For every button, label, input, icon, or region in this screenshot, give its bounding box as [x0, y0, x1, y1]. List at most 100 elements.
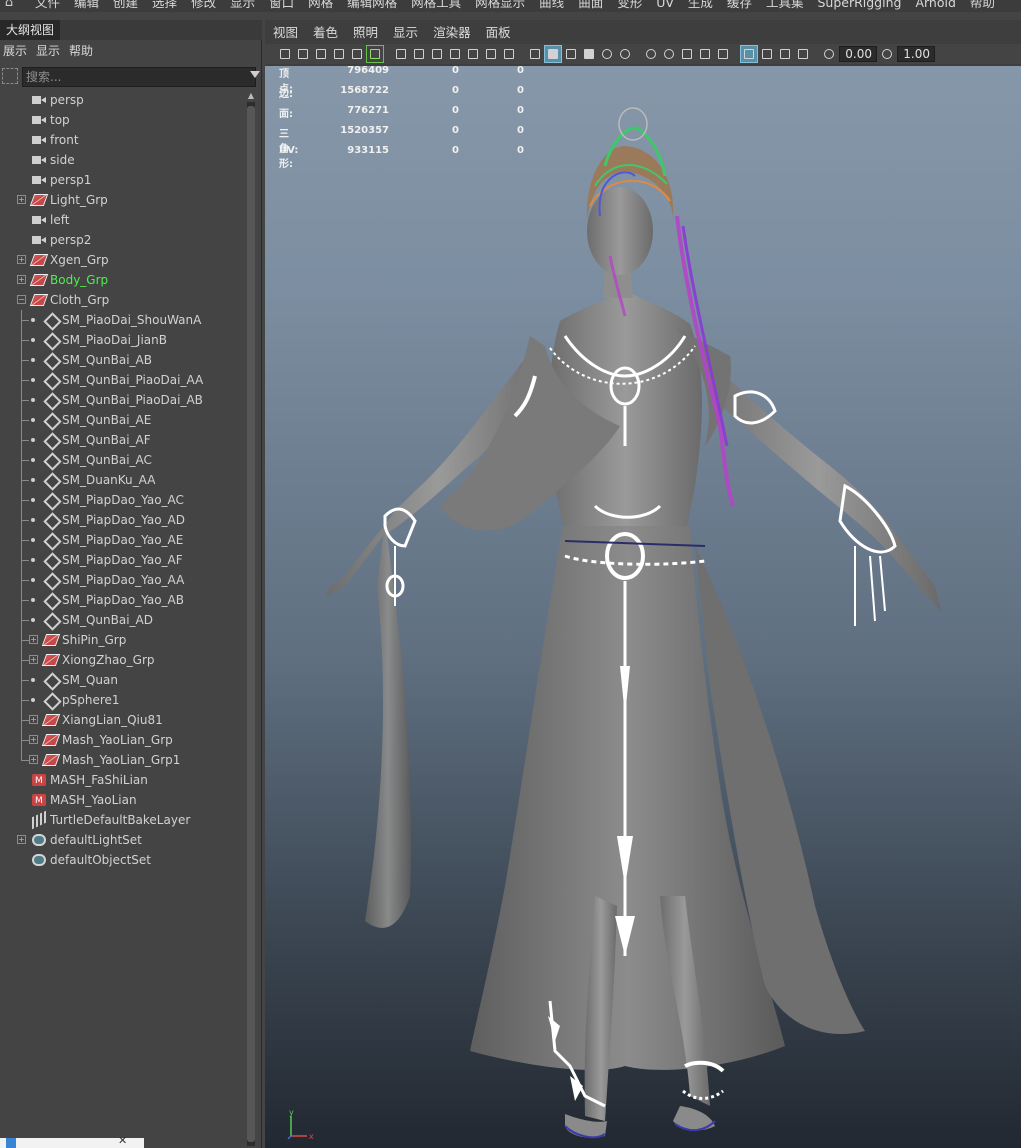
menu-item[interactable]: 网格	[301, 0, 340, 12]
resolution-gate-icon[interactable]	[429, 46, 445, 62]
search-dropdown-icon[interactable]	[250, 71, 260, 78]
menu-item[interactable]: 曲线	[532, 0, 571, 12]
menu-item[interactable]: 窗口	[262, 0, 301, 12]
menu-item[interactable]: SuperRigging	[810, 0, 908, 12]
list-item[interactable]: + Mash_YaoLian_Grp	[0, 730, 244, 750]
list-item[interactable]: SM_QunBai_AC	[0, 450, 244, 470]
menu-item[interactable]: 工具集	[759, 0, 811, 12]
expand-icon[interactable]: +	[17, 275, 26, 284]
list-item[interactable]: SM_PiapDao_Yao_AB	[0, 590, 244, 610]
gamma-icon[interactable]	[879, 46, 895, 62]
menu-item[interactable]: 生成	[681, 0, 720, 12]
use-lights-icon[interactable]	[599, 46, 615, 62]
expand-icon[interactable]: +	[29, 715, 38, 724]
list-item[interactable]: SM_Quan	[0, 670, 244, 690]
list-item[interactable]: − Cloth_Grp	[0, 290, 244, 310]
list-item[interactable]: + XiangLian_Qiu81	[0, 710, 244, 730]
expand-icon[interactable]: +	[17, 255, 26, 264]
textured-icon[interactable]	[581, 46, 597, 62]
home-icon[interactable]: ⌂	[0, 0, 18, 12]
list-item[interactable]: SM_PiapDao_Yao_AF	[0, 550, 244, 570]
safe-action-icon[interactable]	[483, 46, 499, 62]
outliner-tab[interactable]: 大纲视图	[0, 20, 61, 40]
antialias-icon[interactable]	[661, 46, 677, 62]
viewport-menu-item[interactable]: 着色	[305, 22, 345, 44]
pencil-icon[interactable]	[366, 45, 384, 63]
expand-icon[interactable]: +	[17, 835, 26, 844]
frame-icon[interactable]	[777, 46, 793, 62]
list-item[interactable]: SM_QunBai_AD	[0, 610, 244, 630]
list-item[interactable]: + Light_Grp	[0, 190, 244, 210]
field-chart-icon[interactable]	[465, 46, 481, 62]
list-item[interactable]: + Xgen_Grp	[0, 250, 244, 270]
outliner-menu-item[interactable]: 帮助	[66, 41, 99, 61]
image-plane-icon[interactable]	[349, 46, 365, 62]
expand-icon[interactable]: +	[29, 755, 38, 764]
list-item[interactable]: persp1	[0, 170, 244, 190]
list-item[interactable]: SM_QunBai_AB	[0, 350, 244, 370]
select-camera-icon[interactable]	[277, 46, 293, 62]
expand-icon[interactable]: +	[29, 735, 38, 744]
xray-joints-icon[interactable]	[715, 46, 731, 62]
menu-item[interactable]: Arnold	[908, 0, 962, 12]
scrollbar-thumb[interactable]	[247, 106, 255, 1142]
list-item[interactable]: SM_PiapDao_Yao_AA	[0, 570, 244, 590]
menu-item[interactable]: 文件	[28, 0, 67, 12]
list-item[interactable]: left	[0, 210, 244, 230]
menu-item[interactable]: 曲面	[571, 0, 610, 12]
isolate-icon[interactable]	[740, 45, 758, 63]
list-item[interactable]: front	[0, 130, 244, 150]
outliner-menu-item[interactable]: 展示	[0, 41, 33, 61]
selection-filter-icon[interactable]	[2, 68, 18, 84]
xray-active-icon[interactable]	[759, 46, 775, 62]
bookmark-icon[interactable]	[331, 46, 347, 62]
menu-item[interactable]: 编辑	[67, 0, 106, 12]
list-item[interactable]: persp	[0, 90, 244, 110]
list-item[interactable]: SM_PiapDao_Yao_AC	[0, 490, 244, 510]
menu-item[interactable]: 显示	[223, 0, 262, 12]
list-item[interactable]: + Body_Grp	[0, 270, 244, 290]
list-item[interactable]: pSphere1	[0, 690, 244, 710]
menu-item[interactable]: UV	[649, 0, 681, 12]
list-item[interactable]: SM_DuanKu_AA	[0, 470, 244, 490]
list-item[interactable]: SM_QunBai_AE	[0, 410, 244, 430]
menu-item[interactable]: 变形	[610, 0, 649, 12]
shadows-icon[interactable]	[617, 46, 633, 62]
gamma-field[interactable]: 1.00	[897, 46, 935, 62]
list-item[interactable]: side	[0, 150, 244, 170]
viewport-menu-item[interactable]: 照明	[345, 22, 385, 44]
wireframe-icon[interactable]	[527, 46, 543, 62]
safe-title-icon[interactable]	[501, 46, 517, 62]
camera-attr-icon[interactable]	[313, 46, 329, 62]
list-item[interactable]: SM_PiaoDai_ShouWanA	[0, 310, 244, 330]
menu-item[interactable]: 编辑网格	[340, 0, 404, 12]
list-item[interactable]: MASH_YaoLian	[0, 790, 244, 811]
menu-item[interactable]: 网格显示	[468, 0, 532, 12]
list-item[interactable]: SM_QunBai_PiaoDai_AA	[0, 370, 244, 390]
scroll-up-icon[interactable]: ▲	[247, 92, 255, 100]
viewport-menu-item[interactable]: 显示	[385, 22, 425, 44]
menu-item[interactable]: 帮助	[963, 0, 1002, 12]
viewport-menu-item[interactable]: 渲染器	[425, 22, 478, 44]
close-icon[interactable]: ✕	[118, 1134, 127, 1147]
search-input[interactable]: 搜索...	[22, 67, 256, 87]
list-item[interactable]: + XiongZhao_Grp	[0, 650, 244, 670]
smooth-shade-icon[interactable]	[544, 45, 562, 63]
expand-icon[interactable]: +	[29, 635, 38, 644]
app-icon[interactable]	[6, 1138, 16, 1148]
expand-icon[interactable]: +	[17, 195, 26, 204]
list-item[interactable]: top	[0, 110, 244, 130]
expand-icon[interactable]: +	[29, 655, 38, 664]
outliner-vertical-scrollbar[interactable]	[247, 102, 255, 1146]
xray-icon[interactable]	[697, 46, 713, 62]
menu-item[interactable]: 修改	[184, 0, 223, 12]
exposure-field[interactable]: 0.00	[839, 46, 877, 62]
outliner-menu-item[interactable]: 显示	[33, 41, 66, 61]
collapse-icon[interactable]: −	[17, 295, 26, 304]
grid-icon[interactable]	[393, 46, 409, 62]
menu-item[interactable]: 创建	[106, 0, 145, 12]
list-item[interactable]: SM_QunBai_PiaoDai_AB	[0, 390, 244, 410]
default-material-icon[interactable]	[563, 46, 579, 62]
viewport-menu-item[interactable]: 视图	[265, 22, 305, 44]
list-item[interactable]: + defaultLightSet	[0, 830, 244, 850]
